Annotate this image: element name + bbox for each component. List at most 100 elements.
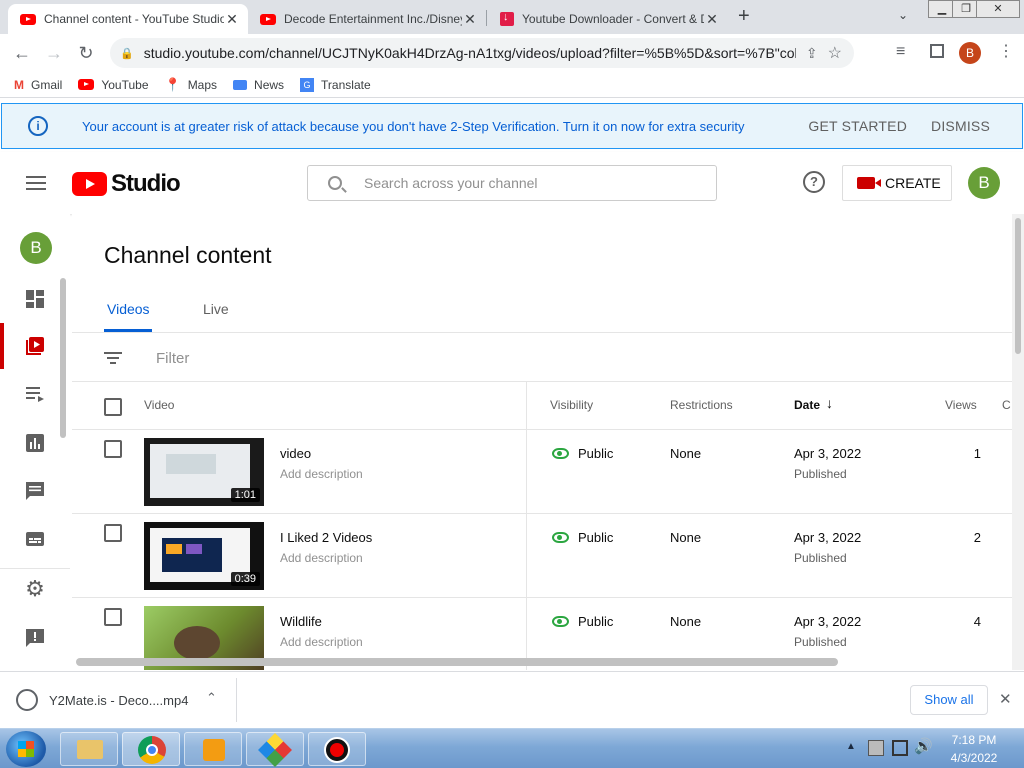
video-thumbnail[interactable]: 0:39 — [144, 522, 264, 590]
channel-search-input[interactable]: Search across your channel — [307, 165, 717, 201]
browser-menu-icon[interactable]: ⋮ — [998, 41, 1014, 61]
filter-input[interactable]: Filter — [156, 350, 189, 367]
tab-videos[interactable]: Videos — [107, 301, 150, 317]
close-icon[interactable]: ✕ — [704, 11, 720, 28]
select-all-checkbox[interactable] — [104, 398, 122, 416]
bookmark-maps[interactable]: 📍 Maps — [165, 77, 218, 93]
analytics-icon[interactable] — [24, 432, 46, 454]
bookmark-youtube[interactable]: YouTube — [78, 78, 149, 92]
channel-content-main: Channel content Videos Live Filter Video… — [72, 214, 1012, 670]
dismiss-button[interactable]: DISMISS — [931, 118, 990, 134]
playlists-icon[interactable] — [24, 383, 46, 405]
column-header-views[interactable]: Views — [945, 398, 977, 412]
show-all-button[interactable]: Show all — [910, 685, 988, 715]
start-button[interactable] — [6, 731, 46, 767]
help-icon[interactable]: ? — [803, 171, 825, 193]
feedback-icon[interactable] — [24, 627, 46, 649]
chrome-icon-center — [146, 744, 158, 756]
account-avatar[interactable]: B — [968, 167, 1000, 199]
search-icon — [328, 176, 342, 190]
video-description[interactable]: Add description — [280, 551, 363, 565]
share-icon[interactable]: ⇪ — [806, 45, 818, 62]
bookmark-gmail[interactable]: M Gmail — [14, 78, 62, 92]
download-file-name[interactable]: Y2Mate.is - Deco....mp4 — [49, 693, 188, 708]
video-title[interactable]: video — [280, 446, 311, 461]
tab-youtube-downloader[interactable]: Youtube Downloader - Convert & Download … — [488, 4, 728, 34]
close-icon[interactable]: ✕ — [462, 11, 478, 28]
media-control-icon[interactable]: ≡ — [896, 43, 905, 61]
visibility-value[interactable]: Public — [578, 446, 613, 461]
clock-time[interactable]: 7:18 PM — [938, 733, 1010, 747]
profile-avatar[interactable]: B — [959, 42, 981, 64]
new-tab-button[interactable]: + — [738, 5, 750, 28]
back-button[interactable]: ← — [10, 42, 34, 64]
row-checkbox[interactable] — [104, 608, 122, 626]
column-header-restrictions[interactable]: Restrictions — [670, 398, 733, 412]
create-button[interactable]: CREATE — [842, 165, 952, 201]
bookmark-translate[interactable]: G Translate — [300, 77, 371, 92]
settings-icon[interactable]: ⚙ — [24, 578, 46, 600]
taskbar-media-player[interactable] — [184, 732, 242, 766]
youtube-icon — [20, 13, 36, 25]
tab-search-icon[interactable]: ⌄ — [898, 8, 908, 22]
bookmark-label: Translate — [321, 77, 371, 92]
bookmark-label: Gmail — [31, 77, 63, 92]
column-header-visibility[interactable]: Visibility — [550, 398, 593, 412]
filter-icon[interactable] — [104, 352, 122, 364]
row-checkbox[interactable] — [104, 524, 122, 542]
visibility-value[interactable]: Public — [578, 530, 613, 545]
column-header-date[interactable]: Date — [794, 398, 820, 412]
side-panel-icon[interactable] — [930, 44, 944, 58]
table-row[interactable]: 0:39 I Liked 2 Videos Add description Pu… — [72, 514, 1012, 598]
sort-arrow-down-icon[interactable]: ↓ — [826, 395, 833, 411]
tab-live[interactable]: Live — [203, 301, 229, 317]
horizontal-scrollbar[interactable] — [76, 658, 838, 666]
bookmark-star-icon[interactable]: ☆ — [828, 43, 842, 63]
menu-icon[interactable] — [26, 176, 46, 190]
chevron-up-icon[interactable]: ⌃ — [206, 690, 217, 706]
taskbar-app[interactable] — [246, 732, 304, 767]
reload-button[interactable]: ↻ — [74, 42, 98, 64]
close-icon[interactable]: ✕ — [224, 11, 240, 28]
scroll-thumb[interactable] — [1015, 218, 1021, 354]
table-row[interactable]: 1:01 video Add description Public None A… — [72, 430, 1012, 514]
comments-icon[interactable] — [24, 480, 46, 502]
bookmark-news[interactable]: News — [233, 78, 284, 92]
tab-decode-entertainment[interactable]: Decode Entertainment Inc./Disney ✕ — [248, 4, 486, 34]
vertical-scrollbar[interactable] — [1012, 214, 1024, 670]
omnibox[interactable]: 🔒 studio.youtube.com/channel/UCJTNyK0akH… — [110, 38, 854, 68]
get-started-button[interactable]: GET STARTED — [808, 118, 907, 134]
lock-icon[interactable]: 🔒 — [120, 47, 134, 60]
downloaded-file-icon — [16, 689, 38, 711]
video-title[interactable]: Wildlife — [280, 614, 322, 629]
content-icon[interactable] — [24, 335, 46, 357]
info-icon: i — [28, 116, 48, 136]
windows-taskbar: ▲ 🔊 7:18 PM 4/3/2022 — [0, 728, 1024, 768]
close-icon[interactable]: ✕ — [999, 690, 1012, 708]
show-hidden-icons[interactable]: ▲ — [846, 741, 856, 752]
taskbar-explorer[interactable] — [60, 732, 118, 766]
taskbar-recorder[interactable] — [308, 732, 366, 766]
studio-logo[interactable]: Studio — [72, 170, 181, 198]
action-center-icon[interactable] — [868, 740, 884, 756]
row-checkbox[interactable] — [104, 440, 122, 458]
video-description[interactable]: Add description — [280, 467, 363, 481]
video-description[interactable]: Add description — [280, 635, 363, 649]
channel-avatar[interactable]: B — [20, 232, 52, 264]
forward-button[interactable]: → — [42, 42, 66, 64]
network-icon[interactable] — [892, 740, 908, 756]
volume-icon[interactable]: 🔊 — [914, 737, 933, 755]
sidebar-scrollbar[interactable] — [60, 278, 66, 438]
restrictions-value: None — [670, 530, 702, 545]
video-title[interactable]: I Liked 2 Videos — [280, 530, 372, 545]
taskbar-chrome[interactable] — [122, 732, 180, 766]
subtitles-icon[interactable] — [24, 528, 46, 550]
tab-channel-content[interactable]: Channel content - YouTube Studio ✕ — [8, 4, 248, 34]
column-header-more[interactable]: C — [1002, 398, 1011, 412]
visibility-value[interactable]: Public — [578, 614, 613, 629]
close-window-button[interactable]: ✕ — [976, 0, 1020, 18]
tab-title: Youtube Downloader - Convert & Download — [522, 12, 704, 26]
clock-date[interactable]: 4/3/2022 — [938, 751, 1010, 765]
dashboard-icon[interactable] — [24, 288, 46, 310]
video-thumbnail[interactable]: 1:01 — [144, 438, 264, 506]
